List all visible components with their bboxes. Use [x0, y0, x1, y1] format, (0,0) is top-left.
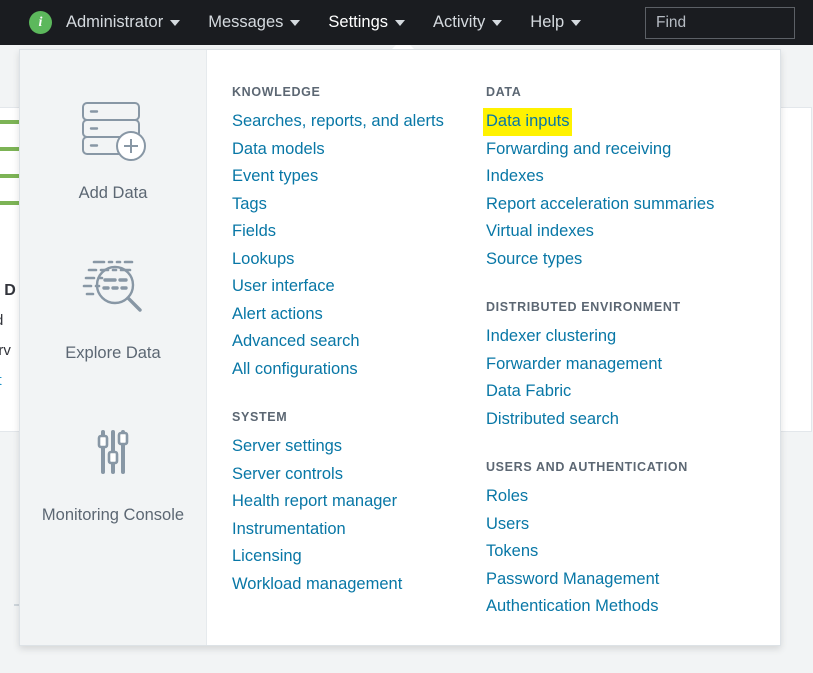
menu-item-forwarding-and-receiving[interactable]: Forwarding and receiving [486, 136, 671, 164]
chevron-down-icon [571, 19, 582, 26]
menu-item-distributed-search[interactable]: Distributed search [486, 406, 619, 434]
menu-item-health-report-manager[interactable]: Health report manager [232, 488, 397, 516]
nav-item-label: Activity [433, 13, 486, 31]
info-icon[interactable]: i [29, 11, 52, 34]
nav-item-messages[interactable]: Messages [194, 0, 314, 45]
nav-item-label: Help [530, 13, 565, 31]
menu-item-data-inputs[interactable]: Data inputs [483, 108, 573, 136]
group-heading: USERS AND AUTHENTICATION [486, 460, 688, 474]
tile-label: Monitoring Console [41, 506, 185, 524]
nav-item-label: Administrator [66, 13, 164, 31]
menu-item-report-acceleration-summaries[interactable]: Report acceleration summaries [486, 191, 714, 219]
knowledge-column: KNOWLEDGE Searches, reports, and alerts … [207, 85, 484, 645]
tile-label: Explore Data [65, 344, 161, 362]
app-root: d D rd erv ct i Administrator Messages S… [0, 0, 813, 673]
menu-item-indexes[interactable]: Indexes [486, 163, 544, 191]
menu-item-virtual-indexes[interactable]: Virtual indexes [486, 218, 594, 246]
menu-item-source-types[interactable]: Source types [486, 246, 582, 274]
nav-item-label: Settings [328, 13, 389, 31]
chevron-down-icon [492, 19, 503, 26]
menu-item-indexer-clustering[interactable]: Indexer clustering [486, 323, 616, 351]
menu-item-data-fabric[interactable]: Data Fabric [486, 378, 571, 406]
menu-item-data-models[interactable]: Data models [232, 136, 325, 164]
nav-item-help[interactable]: Help [516, 0, 595, 45]
menu-item-all-configurations[interactable]: All configurations [232, 356, 358, 384]
top-navigation-bar: i Administrator Messages Settings Activi… [0, 0, 813, 45]
group-system: SYSTEM Server settings Server controls H… [232, 410, 484, 598]
menu-item-instrumentation[interactable]: Instrumentation [232, 516, 346, 544]
search-input[interactable] [646, 14, 813, 32]
group-heading: DISTRIBUTED ENVIRONMENT [486, 300, 681, 314]
menu-item-authentication-methods[interactable]: Authentication Methods [486, 593, 658, 621]
nav-item-activity[interactable]: Activity [419, 0, 516, 45]
monitoring-console-icon [74, 416, 152, 488]
menu-item-fields[interactable]: Fields [232, 218, 276, 246]
menu-item-event-types[interactable]: Event types [232, 163, 318, 191]
menu-item-users[interactable]: Users [486, 511, 529, 539]
explore-data-icon [74, 254, 152, 326]
dropdown-menu-columns: KNOWLEDGE Searches, reports, and alerts … [207, 50, 780, 645]
group-heading: DATA [486, 85, 522, 99]
tile-label: Add Data [78, 184, 148, 202]
menu-item-server-settings[interactable]: Server settings [232, 433, 342, 461]
nav-item-administrator[interactable]: Administrator [52, 0, 194, 45]
group-heading: KNOWLEDGE [232, 85, 321, 99]
group-distributed-environment: DISTRIBUTED ENVIRONMENT Indexer clusteri… [486, 300, 764, 433]
group-heading: SYSTEM [232, 410, 288, 424]
menu-item-searches-reports-and-alerts[interactable]: Searches, reports, and alerts [232, 108, 444, 136]
menu-item-tokens[interactable]: Tokens [486, 538, 538, 566]
chevron-down-icon [395, 19, 406, 26]
menu-item-alert-actions[interactable]: Alert actions [232, 301, 323, 329]
data-column: DATA Data inputs Forwarding and receivin… [483, 85, 764, 645]
find-search-box[interactable] [645, 7, 813, 39]
menu-item-password-management[interactable]: Password Management [486, 566, 659, 594]
group-data: DATA Data inputs Forwarding and receivin… [483, 85, 764, 274]
nav-item-settings[interactable]: Settings [314, 0, 419, 45]
tile-monitoring-console[interactable]: Monitoring Console [20, 416, 206, 528]
menu-item-workload-management[interactable]: Workload management [232, 571, 402, 599]
menu-item-licensing[interactable]: Licensing [232, 543, 302, 571]
tile-explore-data[interactable]: Explore Data [20, 254, 206, 366]
dropdown-tile-rail: Add Data Explore Data Monitoring Console [20, 50, 207, 645]
group-knowledge: KNOWLEDGE Searches, reports, and alerts … [232, 85, 484, 383]
chevron-down-icon [170, 19, 181, 26]
group-users-and-authentication: USERS AND AUTHENTICATION Roles Users Tok… [486, 460, 764, 621]
menu-item-advanced-search[interactable]: Advanced search [232, 328, 360, 356]
nav-item-label: Messages [208, 13, 284, 31]
menu-item-forwarder-management[interactable]: Forwarder management [486, 351, 662, 379]
tile-add-data[interactable]: Add Data [20, 94, 206, 206]
menu-item-lookups[interactable]: Lookups [232, 246, 294, 274]
menu-item-roles[interactable]: Roles [486, 483, 528, 511]
menu-item-server-controls[interactable]: Server controls [232, 461, 343, 489]
settings-dropdown-panel: Add Data Explore Data Monitoring Console… [19, 49, 781, 646]
menu-item-tags[interactable]: Tags [232, 191, 267, 219]
chevron-down-icon [290, 19, 301, 26]
add-data-icon [74, 94, 152, 166]
menu-item-user-interface[interactable]: User interface [232, 273, 335, 301]
